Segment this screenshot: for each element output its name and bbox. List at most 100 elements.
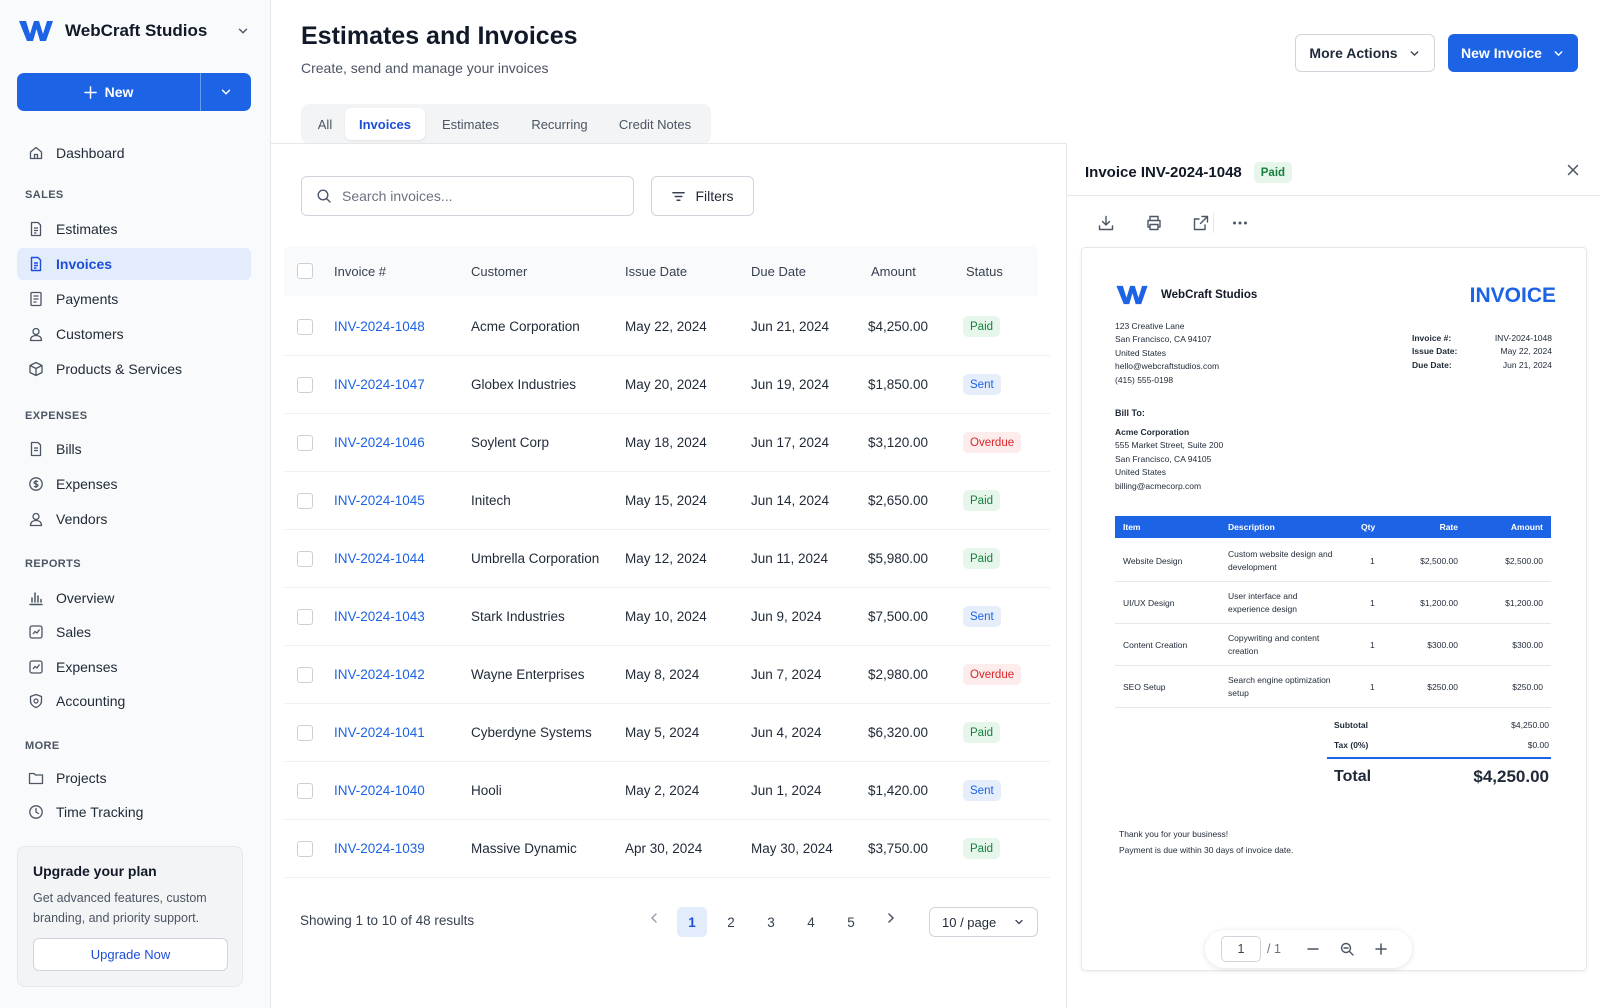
row-checkbox[interactable] (297, 608, 313, 625)
page-button-2[interactable]: 2 (716, 907, 746, 937)
table-row[interactable]: INV-2024-1048 Acme Corporation May 22, 2… (284, 298, 1050, 356)
item-rate: $300.00 (1427, 639, 1458, 650)
sidebar-item-vendors[interactable]: Vendors (17, 503, 251, 535)
status-cell: Paid (963, 472, 1001, 529)
invoice-number-link[interactable]: INV-2024-1047 (334, 356, 425, 413)
page-total: / 1 (1267, 942, 1281, 956)
tab-credit-notes[interactable]: Credit Notes (603, 108, 707, 140)
invoice-number-link[interactable]: INV-2024-1046 (334, 414, 425, 471)
table-row[interactable]: INV-2024-1046 Soylent Corp May 18, 2024 … (284, 414, 1050, 472)
select-all-checkbox[interactable] (297, 263, 313, 279)
row-checkbox[interactable] (297, 434, 313, 451)
invoice-number-link[interactable]: INV-2024-1045 (334, 472, 425, 529)
tab-estimates[interactable]: Estimates (425, 108, 516, 140)
amount: $3,750.00 (868, 841, 929, 856)
invoice-icon (30, 256, 42, 272)
sidebar-item-label: Payments (56, 291, 119, 307)
invoice-number-link[interactable]: INV-2024-1042 (334, 646, 425, 703)
row-checkbox[interactable] (297, 840, 313, 857)
sidebar-item-accounting[interactable]: Accounting (17, 685, 251, 717)
zoom-icon[interactable] (1339, 941, 1355, 957)
sidebar-item-reports-sales[interactable]: Sales (17, 616, 251, 648)
column-header-issue-date[interactable]: Issue Date (625, 246, 687, 296)
sidebar-item-expenses[interactable]: Expenses (17, 468, 251, 500)
column-header-invoice[interactable]: Invoice # (334, 246, 386, 296)
sidebar-item-overview[interactable]: Overview (17, 582, 251, 614)
row-checkbox[interactable] (297, 782, 313, 799)
sidebar-item-estimates[interactable]: Estimates (17, 213, 251, 245)
print-icon[interactable] (1145, 214, 1163, 232)
sidebar-item-customers[interactable]: Customers (17, 318, 251, 350)
zoom-in-icon[interactable] (1373, 941, 1389, 957)
external-link-icon[interactable] (1192, 214, 1210, 232)
tab-invoices[interactable]: Invoices (345, 108, 425, 140)
items-column-header: Amount (1510, 522, 1543, 532)
table-row[interactable]: INV-2024-1045 Initech May 15, 2024 Jun 1… (284, 472, 1050, 530)
item-rate: $2,500.00 (1420, 555, 1458, 566)
chevron-left-icon[interactable] (646, 910, 662, 926)
row-checkbox[interactable] (297, 724, 313, 741)
column-header-status[interactable]: Status (966, 246, 1003, 296)
row-checkbox[interactable] (297, 666, 313, 683)
item-description: Search engine optimization setup (1228, 675, 1331, 698)
table-row[interactable]: INV-2024-1044 Umbrella Corporation May 1… (284, 530, 1050, 588)
row-checkbox[interactable] (297, 318, 313, 335)
page-number-input[interactable]: 1 (1221, 936, 1261, 962)
table-row[interactable]: INV-2024-1043 Stark Industries May 10, 2… (284, 588, 1050, 646)
per-page-select[interactable]: 10 / page (929, 907, 1038, 937)
column-header-due-date[interactable]: Due Date (751, 246, 806, 296)
new-dropdown-button[interactable] (201, 73, 251, 111)
invoice-number-link[interactable]: INV-2024-1043 (334, 588, 425, 645)
workspace-switcher[interactable]: WebCraft Studios (18, 14, 250, 48)
sidebar-item-time-tracking[interactable]: Time Tracking (17, 796, 251, 828)
amount: $2,650.00 (868, 493, 929, 508)
invoice-number-link[interactable]: INV-2024-1039 (334, 820, 425, 877)
address-line: San Francisco, CA 94107 (1115, 334, 1212, 345)
page-button-3[interactable]: 3 (756, 907, 786, 937)
row-checkbox[interactable] (297, 376, 313, 393)
column-header-customer[interactable]: Customer (471, 246, 527, 296)
sidebar-item-dashboard[interactable]: Dashboard (17, 137, 251, 169)
page-button-4[interactable]: 4 (796, 907, 826, 937)
sidebar-item-products-services[interactable]: Products & Services (17, 353, 251, 385)
sidebar-item-reports-expenses[interactable]: Expenses (17, 651, 251, 683)
row-checkbox[interactable] (297, 550, 313, 567)
upgrade-now-button[interactable]: Upgrade Now (33, 938, 228, 971)
tab-recurring[interactable]: Recurring (516, 108, 603, 140)
download-icon[interactable] (1097, 214, 1115, 232)
table-row[interactable]: INV-2024-1042 Wayne Enterprises May 8, 2… (284, 646, 1050, 704)
more-horizontal-icon[interactable] (1231, 214, 1249, 232)
chevron-down-icon (1554, 50, 1563, 56)
page-button-1[interactable]: 1 (677, 907, 707, 937)
column-header-amount[interactable]: Amount (871, 246, 916, 296)
zoom-out-icon[interactable] (1305, 941, 1321, 957)
status-cell: Paid (963, 704, 1001, 761)
sidebar-item-bills[interactable]: Bills (17, 433, 251, 465)
new-button[interactable]: New (17, 73, 201, 111)
sidebar-item-invoices[interactable]: Invoices (17, 248, 251, 280)
tab-all[interactable]: All (305, 108, 345, 140)
table-row[interactable]: INV-2024-1047 Globex Industries May 20, … (284, 356, 1050, 414)
page-button-5[interactable]: 5 (836, 907, 866, 937)
close-icon[interactable] (1565, 162, 1581, 178)
item-qty: 1 (1370, 555, 1375, 566)
table-row[interactable]: INV-2024-1041 Cyberdyne Systems May 5, 2… (284, 704, 1050, 762)
new-invoice-button[interactable]: New Invoice (1448, 34, 1578, 72)
filters-button[interactable]: Filters (651, 176, 754, 216)
row-checkbox[interactable] (297, 492, 313, 509)
search-input[interactable] (342, 188, 612, 204)
table-row[interactable]: INV-2024-1039 Massive Dynamic Apr 30, 20… (284, 820, 1050, 878)
box-icon (29, 361, 43, 377)
upgrade-title: Upgrade your plan (33, 863, 157, 879)
invoice-number-link[interactable]: INV-2024-1041 (334, 704, 425, 761)
invoice-number-link[interactable]: INV-2024-1048 (334, 298, 425, 355)
sidebar-item-payments[interactable]: Payments (17, 283, 251, 315)
invoice-number-link[interactable]: INV-2024-1044 (334, 530, 425, 587)
table-row[interactable]: INV-2024-1040 Hooli May 2, 2024 Jun 1, 2… (284, 762, 1050, 820)
search-icon (317, 189, 331, 203)
more-actions-button[interactable]: More Actions (1295, 34, 1435, 72)
sidebar-item-projects[interactable]: Projects (17, 762, 251, 794)
invoice-number-link[interactable]: INV-2024-1040 (334, 762, 425, 819)
chevron-right-icon[interactable] (883, 910, 899, 926)
item-rate: $1,200.00 (1420, 597, 1458, 608)
